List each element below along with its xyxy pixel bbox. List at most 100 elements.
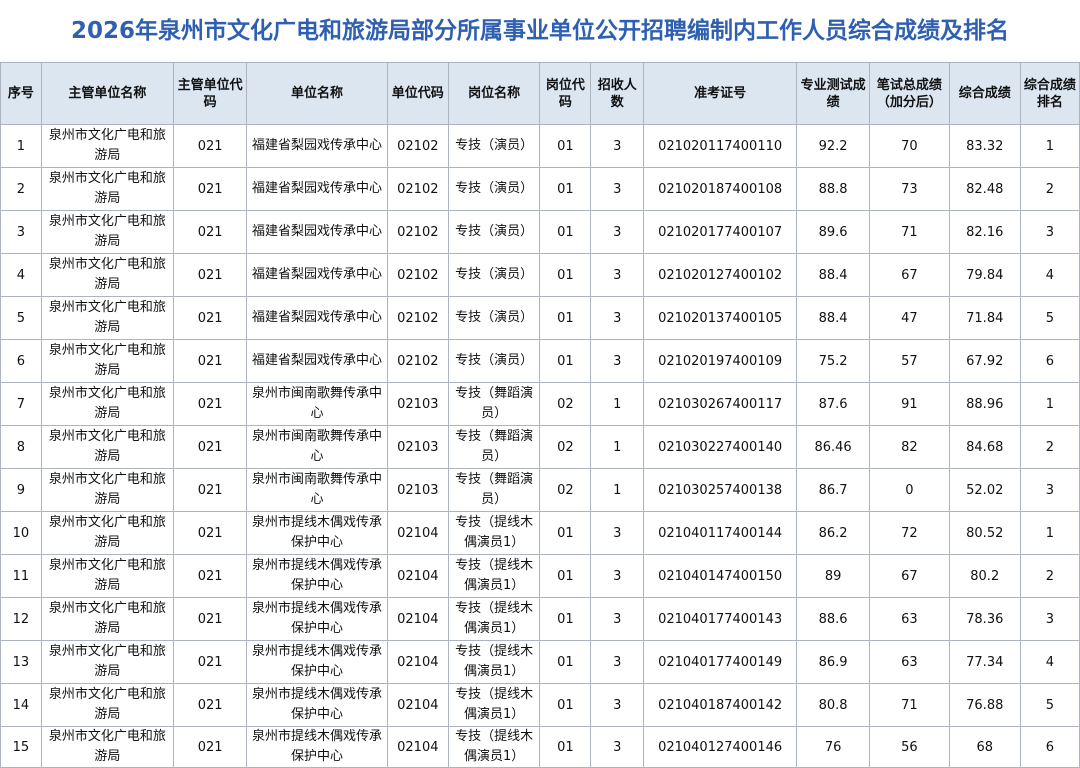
cell-position-code: 01 bbox=[539, 296, 592, 340]
cell-unit-name: 泉州市提线木偶戏传承保护中心 bbox=[246, 640, 388, 684]
cell-position-name: 专技（提线木偶演员1） bbox=[447, 640, 541, 684]
cell-unit-code: 02104 bbox=[386, 683, 449, 727]
cell-professional-score: 80.8 bbox=[795, 683, 871, 727]
cell-total-score: 71.84 bbox=[948, 296, 1021, 340]
cell-position-code: 01 bbox=[539, 253, 592, 297]
cell-unit-name: 泉州市闽南歌舞传承中心 bbox=[246, 425, 388, 469]
cell-position-name: 专技（提线木偶演员1） bbox=[447, 726, 541, 768]
cell-position-code: 01 bbox=[539, 167, 592, 211]
cell-position-name: 专技（舞蹈演员） bbox=[447, 468, 541, 512]
cell-hiring-count: 3 bbox=[590, 640, 645, 684]
page-title: 2026年泉州市文化广电和旅游局部分所属事业单位公开招聘编制内工作人员综合成绩及… bbox=[70, 18, 1009, 44]
cell-position-name: 专技（提线木偶演员1） bbox=[447, 554, 541, 598]
header-row: 序号 主管单位名称 主管单位代码 单位名称 单位代码 岗位名称 岗位代码 招收人… bbox=[0, 62, 1080, 125]
cell-supervisor-name: 泉州市文化广电和旅游局 bbox=[40, 253, 175, 297]
cell-position-name: 专技（演员） bbox=[447, 210, 541, 254]
cell-ticket-number: 021040147400150 bbox=[643, 554, 797, 598]
cell-ticket-number: 021040117400144 bbox=[643, 511, 797, 555]
cell-total-score: 82.16 bbox=[948, 210, 1021, 254]
table-row: 1 泉州市文化广电和旅游局 021 福建省梨园戏传承中心 02102 专技（演员） 01 3 0… bbox=[0, 124, 1080, 168]
cell-total-score: 83.32 bbox=[948, 124, 1021, 168]
cell-professional-score: 88.6 bbox=[795, 597, 871, 641]
table-row: 11 泉州市文化广电和旅游局 021 泉州市提线木偶戏传承保护中心 02104 专技（提线… bbox=[0, 554, 1080, 598]
cell-position-name: 专技（演员） bbox=[447, 339, 541, 383]
table-row: 15 泉州市文化广电和旅游局 021 泉州市提线木偶戏传承保护中心 02104 专技（提线… bbox=[0, 726, 1080, 768]
cell-written-score: 57 bbox=[869, 339, 950, 383]
cell-position-name: 专技（舞蹈演员） bbox=[447, 425, 541, 469]
header-hiring-count: 招收人数 bbox=[590, 62, 645, 125]
cell-ticket-number: 021040177400149 bbox=[643, 640, 797, 684]
cell-supervisor-code: 021 bbox=[173, 554, 248, 598]
cell-rank: 4 bbox=[1019, 253, 1080, 297]
cell-rank: 1 bbox=[1019, 124, 1080, 168]
cell-written-score: 71 bbox=[869, 210, 950, 254]
cell-supervisor-code: 021 bbox=[173, 167, 248, 211]
cell-unit-code: 02104 bbox=[386, 511, 449, 555]
table-row: 4 泉州市文化广电和旅游局 021 福建省梨园戏传承中心 02102 专技（演员） 01 3 0… bbox=[0, 253, 1080, 297]
cell-unit-name: 福建省梨园戏传承中心 bbox=[246, 124, 388, 168]
cell-ticket-number: 021020177400107 bbox=[643, 210, 797, 254]
cell-professional-score: 75.2 bbox=[795, 339, 871, 383]
cell-hiring-count: 3 bbox=[590, 296, 645, 340]
header-index: 序号 bbox=[0, 62, 42, 125]
cell-supervisor-code: 021 bbox=[173, 210, 248, 254]
cell-unit-code: 02102 bbox=[386, 339, 449, 383]
cell-position-code: 01 bbox=[539, 554, 592, 598]
cell-ticket-number: 021020187400108 bbox=[643, 167, 797, 211]
cell-unit-code: 02102 bbox=[386, 167, 449, 211]
cell-professional-score: 89.6 bbox=[795, 210, 871, 254]
cell-position-code: 01 bbox=[539, 683, 592, 727]
cell-total-score: 84.68 bbox=[948, 425, 1021, 469]
cell-rank: 3 bbox=[1019, 210, 1080, 254]
cell-supervisor-name: 泉州市文化广电和旅游局 bbox=[40, 683, 175, 727]
cell-index: 4 bbox=[0, 253, 42, 297]
cell-professional-score: 86.9 bbox=[795, 640, 871, 684]
cell-index: 7 bbox=[0, 382, 42, 426]
cell-total-score: 78.36 bbox=[948, 597, 1021, 641]
cell-unit-name: 福建省梨园戏传承中心 bbox=[246, 339, 388, 383]
cell-unit-name: 泉州市提线木偶戏传承保护中心 bbox=[246, 511, 388, 555]
cell-index: 2 bbox=[0, 167, 42, 211]
cell-supervisor-code: 021 bbox=[173, 296, 248, 340]
cell-position-code: 01 bbox=[539, 511, 592, 555]
header-ticket-number: 准考证号 bbox=[643, 62, 797, 125]
cell-index: 3 bbox=[0, 210, 42, 254]
cell-supervisor-code: 021 bbox=[173, 511, 248, 555]
cell-rank: 2 bbox=[1019, 425, 1080, 469]
cell-rank: 4 bbox=[1019, 640, 1080, 684]
cell-rank: 5 bbox=[1019, 683, 1080, 727]
cell-rank: 6 bbox=[1019, 726, 1080, 768]
cell-total-score: 77.34 bbox=[948, 640, 1021, 684]
cell-written-score: 70 bbox=[869, 124, 950, 168]
cell-position-name: 专技（演员） bbox=[447, 167, 541, 211]
header-position-name: 岗位名称 bbox=[447, 62, 541, 125]
cell-unit-name: 泉州市提线木偶戏传承保护中心 bbox=[246, 554, 388, 598]
cell-hiring-count: 3 bbox=[590, 554, 645, 598]
cell-supervisor-name: 泉州市文化广电和旅游局 bbox=[40, 726, 175, 768]
cell-supervisor-code: 021 bbox=[173, 597, 248, 641]
cell-rank: 1 bbox=[1019, 511, 1080, 555]
cell-unit-name: 福建省梨园戏传承中心 bbox=[246, 296, 388, 340]
cell-rank: 5 bbox=[1019, 296, 1080, 340]
cell-supervisor-name: 泉州市文化广电和旅游局 bbox=[40, 296, 175, 340]
header-unit-code: 单位代码 bbox=[386, 62, 449, 125]
cell-hiring-count: 3 bbox=[590, 726, 645, 768]
cell-unit-code: 02102 bbox=[386, 210, 449, 254]
cell-professional-score: 86.7 bbox=[795, 468, 871, 512]
header-professional-score: 专业测试成绩 bbox=[795, 62, 871, 125]
table-row: 2 泉州市文化广电和旅游局 021 福建省梨园戏传承中心 02102 专技（演员） 01 3 0… bbox=[0, 167, 1080, 211]
cell-position-name: 专技（提线木偶演员1） bbox=[447, 683, 541, 727]
cell-total-score: 82.48 bbox=[948, 167, 1021, 211]
cell-hiring-count: 3 bbox=[590, 683, 645, 727]
cell-supervisor-name: 泉州市文化广电和旅游局 bbox=[40, 597, 175, 641]
cell-ticket-number: 021020127400102 bbox=[643, 253, 797, 297]
cell-supervisor-name: 泉州市文化广电和旅游局 bbox=[40, 425, 175, 469]
table-row: 7 泉州市文化广电和旅游局 021 泉州市闽南歌舞传承中心 02103 专技（舞蹈演员） 0… bbox=[0, 382, 1080, 426]
header-unit-name: 单位名称 bbox=[246, 62, 388, 125]
cell-position-code: 01 bbox=[539, 597, 592, 641]
cell-supervisor-code: 021 bbox=[173, 339, 248, 383]
table-row: 10 泉州市文化广电和旅游局 021 泉州市提线木偶戏传承保护中心 02104 专技（提线… bbox=[0, 511, 1080, 555]
cell-ticket-number: 021030227400140 bbox=[643, 425, 797, 469]
cell-professional-score: 87.6 bbox=[795, 382, 871, 426]
cell-unit-name: 福建省梨园戏传承中心 bbox=[246, 167, 388, 211]
